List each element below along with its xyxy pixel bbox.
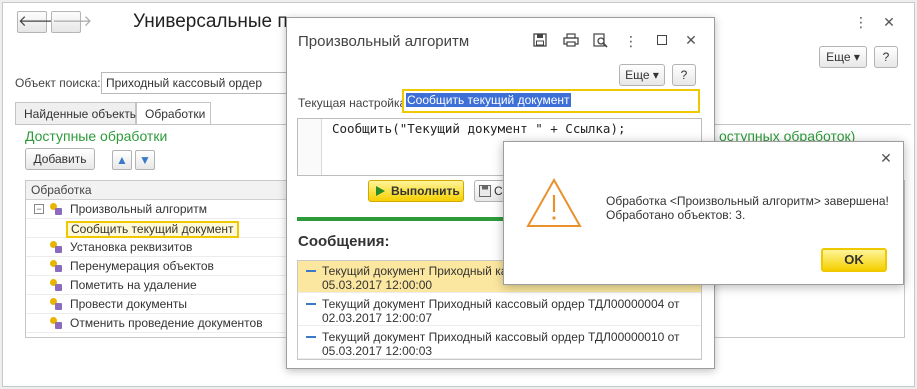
tab-processings[interactable]: Обработки — [136, 102, 211, 125]
preview-icon[interactable] — [593, 33, 608, 48]
code-line: Сообщить("Текущий документ " + Ссылка); — [332, 121, 626, 136]
tree-item-label: Произвольный алгоритм — [70, 202, 207, 216]
alert-line: Обработка <Произвольный алгоритм> заверш… — [606, 194, 889, 208]
tree-row[interactable]: Сообщить текущий документ — [26, 219, 296, 238]
ok-button[interactable]: OK — [821, 248, 887, 272]
search-object-field[interactable]: Приходный кассовый ордер — [101, 72, 289, 94]
processing-icon — [50, 279, 62, 291]
setting-value: Сообщить текущий документ — [406, 93, 571, 107]
more-actions-icon[interactable]: ⋮ — [623, 33, 639, 49]
print-icon[interactable] — [563, 33, 579, 47]
collapse-icon[interactable]: − — [34, 204, 44, 214]
alert-message: Обработка <Произвольный алгоритм> заверш… — [606, 194, 889, 222]
processing-icon — [50, 203, 62, 215]
warning-triangle-icon — [526, 177, 582, 227]
message-text: Текущий документ Приходный кассовый орде… — [322, 330, 680, 344]
current-setting-field[interactable]: Сообщить текущий документ — [402, 89, 700, 113]
play-icon — [376, 186, 385, 196]
tree-item-label: Перенумерация объектов — [70, 259, 214, 273]
tab-found-objects[interactable]: Найденные объекты — [15, 102, 138, 124]
arrow-left-icon: 🡐 — [18, 13, 59, 30]
arrow-right-icon: 🡒 — [52, 13, 93, 30]
run-button-label: Выполнить — [391, 184, 460, 198]
selected-tree-item[interactable]: Сообщить текущий документ — [66, 221, 239, 238]
more-button[interactable]: Еще ▾ — [619, 64, 665, 86]
tree-row[interactable]: Перенумерация объектов — [26, 257, 296, 276]
move-down-icon[interactable]: ▼ — [135, 150, 155, 170]
run-button[interactable]: Выполнить — [368, 180, 464, 202]
tree-row[interactable]: Установка реквизитов — [26, 238, 296, 257]
completion-alert: ✕ Обработка <Произвольный алгоритм> заве… — [503, 141, 904, 285]
tree-item-label: Провести документы — [70, 297, 188, 311]
messages-title: Сообщения: — [298, 233, 390, 250]
help-button[interactable]: ? — [672, 64, 696, 86]
message-date: 05.03.2017 12:00:03 — [322, 344, 433, 358]
tree-row[interactable]: Отменить проведение документов — [26, 314, 296, 333]
tree-item-label: Пометить на удаление — [70, 278, 197, 292]
tree-row[interactable]: Провести документы — [26, 295, 296, 314]
page-title: Универсальные п — [133, 11, 288, 32]
message-icon — [306, 303, 316, 305]
forward-button[interactable]: 🡒 — [51, 11, 93, 33]
help-button[interactable]: ? — [874, 46, 898, 68]
message-item[interactable]: Текущий документ Приходный кассовый орде… — [298, 327, 701, 359]
message-date: 02.03.2017 12:00:07 — [322, 311, 433, 325]
processing-icon — [50, 260, 62, 272]
move-up-icon[interactable]: ▲ — [112, 150, 132, 170]
maximize-icon[interactable] — [657, 35, 667, 45]
more-actions-icon[interactable]: ⋮ — [853, 14, 869, 30]
tree-item-label: Установка реквизитов — [70, 240, 193, 254]
processing-icon — [50, 241, 62, 253]
processing-icon — [50, 298, 62, 310]
close-icon[interactable]: ✕ — [683, 32, 699, 48]
window-title: Произвольный алгоритм — [298, 33, 470, 50]
add-button[interactable]: Добавить — [25, 148, 95, 170]
available-processings-title: Доступные обработки — [25, 128, 168, 144]
search-label: Объект поиска: — [15, 76, 101, 90]
more-button[interactable]: Еще ▾ — [819, 46, 867, 68]
tree-item-label: Отменить проведение документов — [70, 316, 263, 330]
tree-row[interactable]: Пометить на удаление — [26, 276, 296, 295]
back-button[interactable]: 🡐 — [17, 11, 59, 33]
message-text: Текущий документ Приходный кассовый орде… — [322, 297, 680, 311]
processing-icon — [50, 317, 62, 329]
close-icon[interactable]: ✕ — [878, 150, 894, 166]
setting-label: Текущая настройка: — [298, 96, 410, 110]
close-icon[interactable]: ✕ — [881, 14, 897, 30]
message-icon — [306, 336, 316, 338]
message-icon — [306, 270, 316, 272]
alert-line: Обработано объектов: 3. — [606, 208, 746, 222]
tree-row[interactable]: − Произвольный алгоритм — [26, 200, 296, 219]
message-item[interactable]: Текущий документ Приходный кассовый орде… — [298, 294, 701, 326]
code-gutter — [298, 119, 322, 175]
save-icon[interactable] — [533, 33, 547, 47]
save-icon — [479, 185, 491, 197]
